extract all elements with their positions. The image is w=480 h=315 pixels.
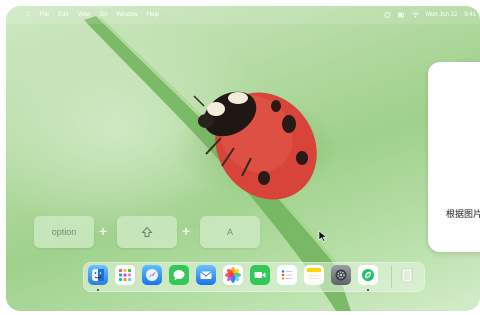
- wifi-icon[interactable]: [412, 12, 419, 18]
- menubar-date[interactable]: Mon Jun 22: [426, 12, 457, 18]
- battery-icon[interactable]: [398, 12, 405, 18]
- menu-window[interactable]: Window: [116, 12, 137, 18]
- system-settings-icon[interactable]: [331, 265, 351, 285]
- notification-panel[interactable]: [428, 62, 480, 252]
- menu-view[interactable]: View: [78, 12, 91, 18]
- key-a: A: [200, 216, 260, 248]
- menu-bar:  File Edit View Go Window Help Mon Jun …: [6, 6, 480, 24]
- notes-icon[interactable]: [304, 265, 324, 285]
- menu-edit[interactable]: Edit: [58, 12, 68, 18]
- app-store-icon[interactable]: [358, 265, 378, 285]
- apple-icon[interactable]: : [26, 12, 31, 18]
- safari-icon[interactable]: [142, 265, 162, 285]
- plus-sign-2: +: [182, 223, 191, 239]
- launchpad-icon[interactable]: [115, 265, 135, 285]
- notification-text: 根据图片: [446, 209, 480, 219]
- screen-mirroring-icon[interactable]: [384, 12, 391, 18]
- menu-file[interactable]: File: [40, 12, 50, 18]
- menu-help[interactable]: Help: [147, 12, 159, 18]
- key-option-label: option: [51, 227, 77, 237]
- dock-separator: [391, 266, 392, 288]
- plus-sign-1: +: [99, 223, 108, 239]
- menubar-time[interactable]: 9:41: [464, 12, 476, 18]
- key-shift: [117, 216, 177, 248]
- reminders-icon[interactable]: [277, 265, 297, 285]
- key-option: option: [34, 216, 94, 248]
- mouse-pointer-icon: [318, 230, 328, 242]
- finder-icon[interactable]: [88, 265, 108, 285]
- facetime-icon[interactable]: [250, 265, 270, 285]
- messages-icon[interactable]: [169, 265, 189, 285]
- finder-running-dot: [97, 289, 99, 291]
- key-a-label: A: [226, 227, 233, 237]
- mail-icon[interactable]: [196, 265, 216, 285]
- app-store-running-dot: [367, 289, 369, 291]
- menu-go[interactable]: Go: [99, 12, 107, 18]
- shift-arrow-icon: [141, 226, 153, 237]
- trash-icon[interactable]: [397, 265, 417, 285]
- photos-icon[interactable]: [223, 265, 243, 285]
